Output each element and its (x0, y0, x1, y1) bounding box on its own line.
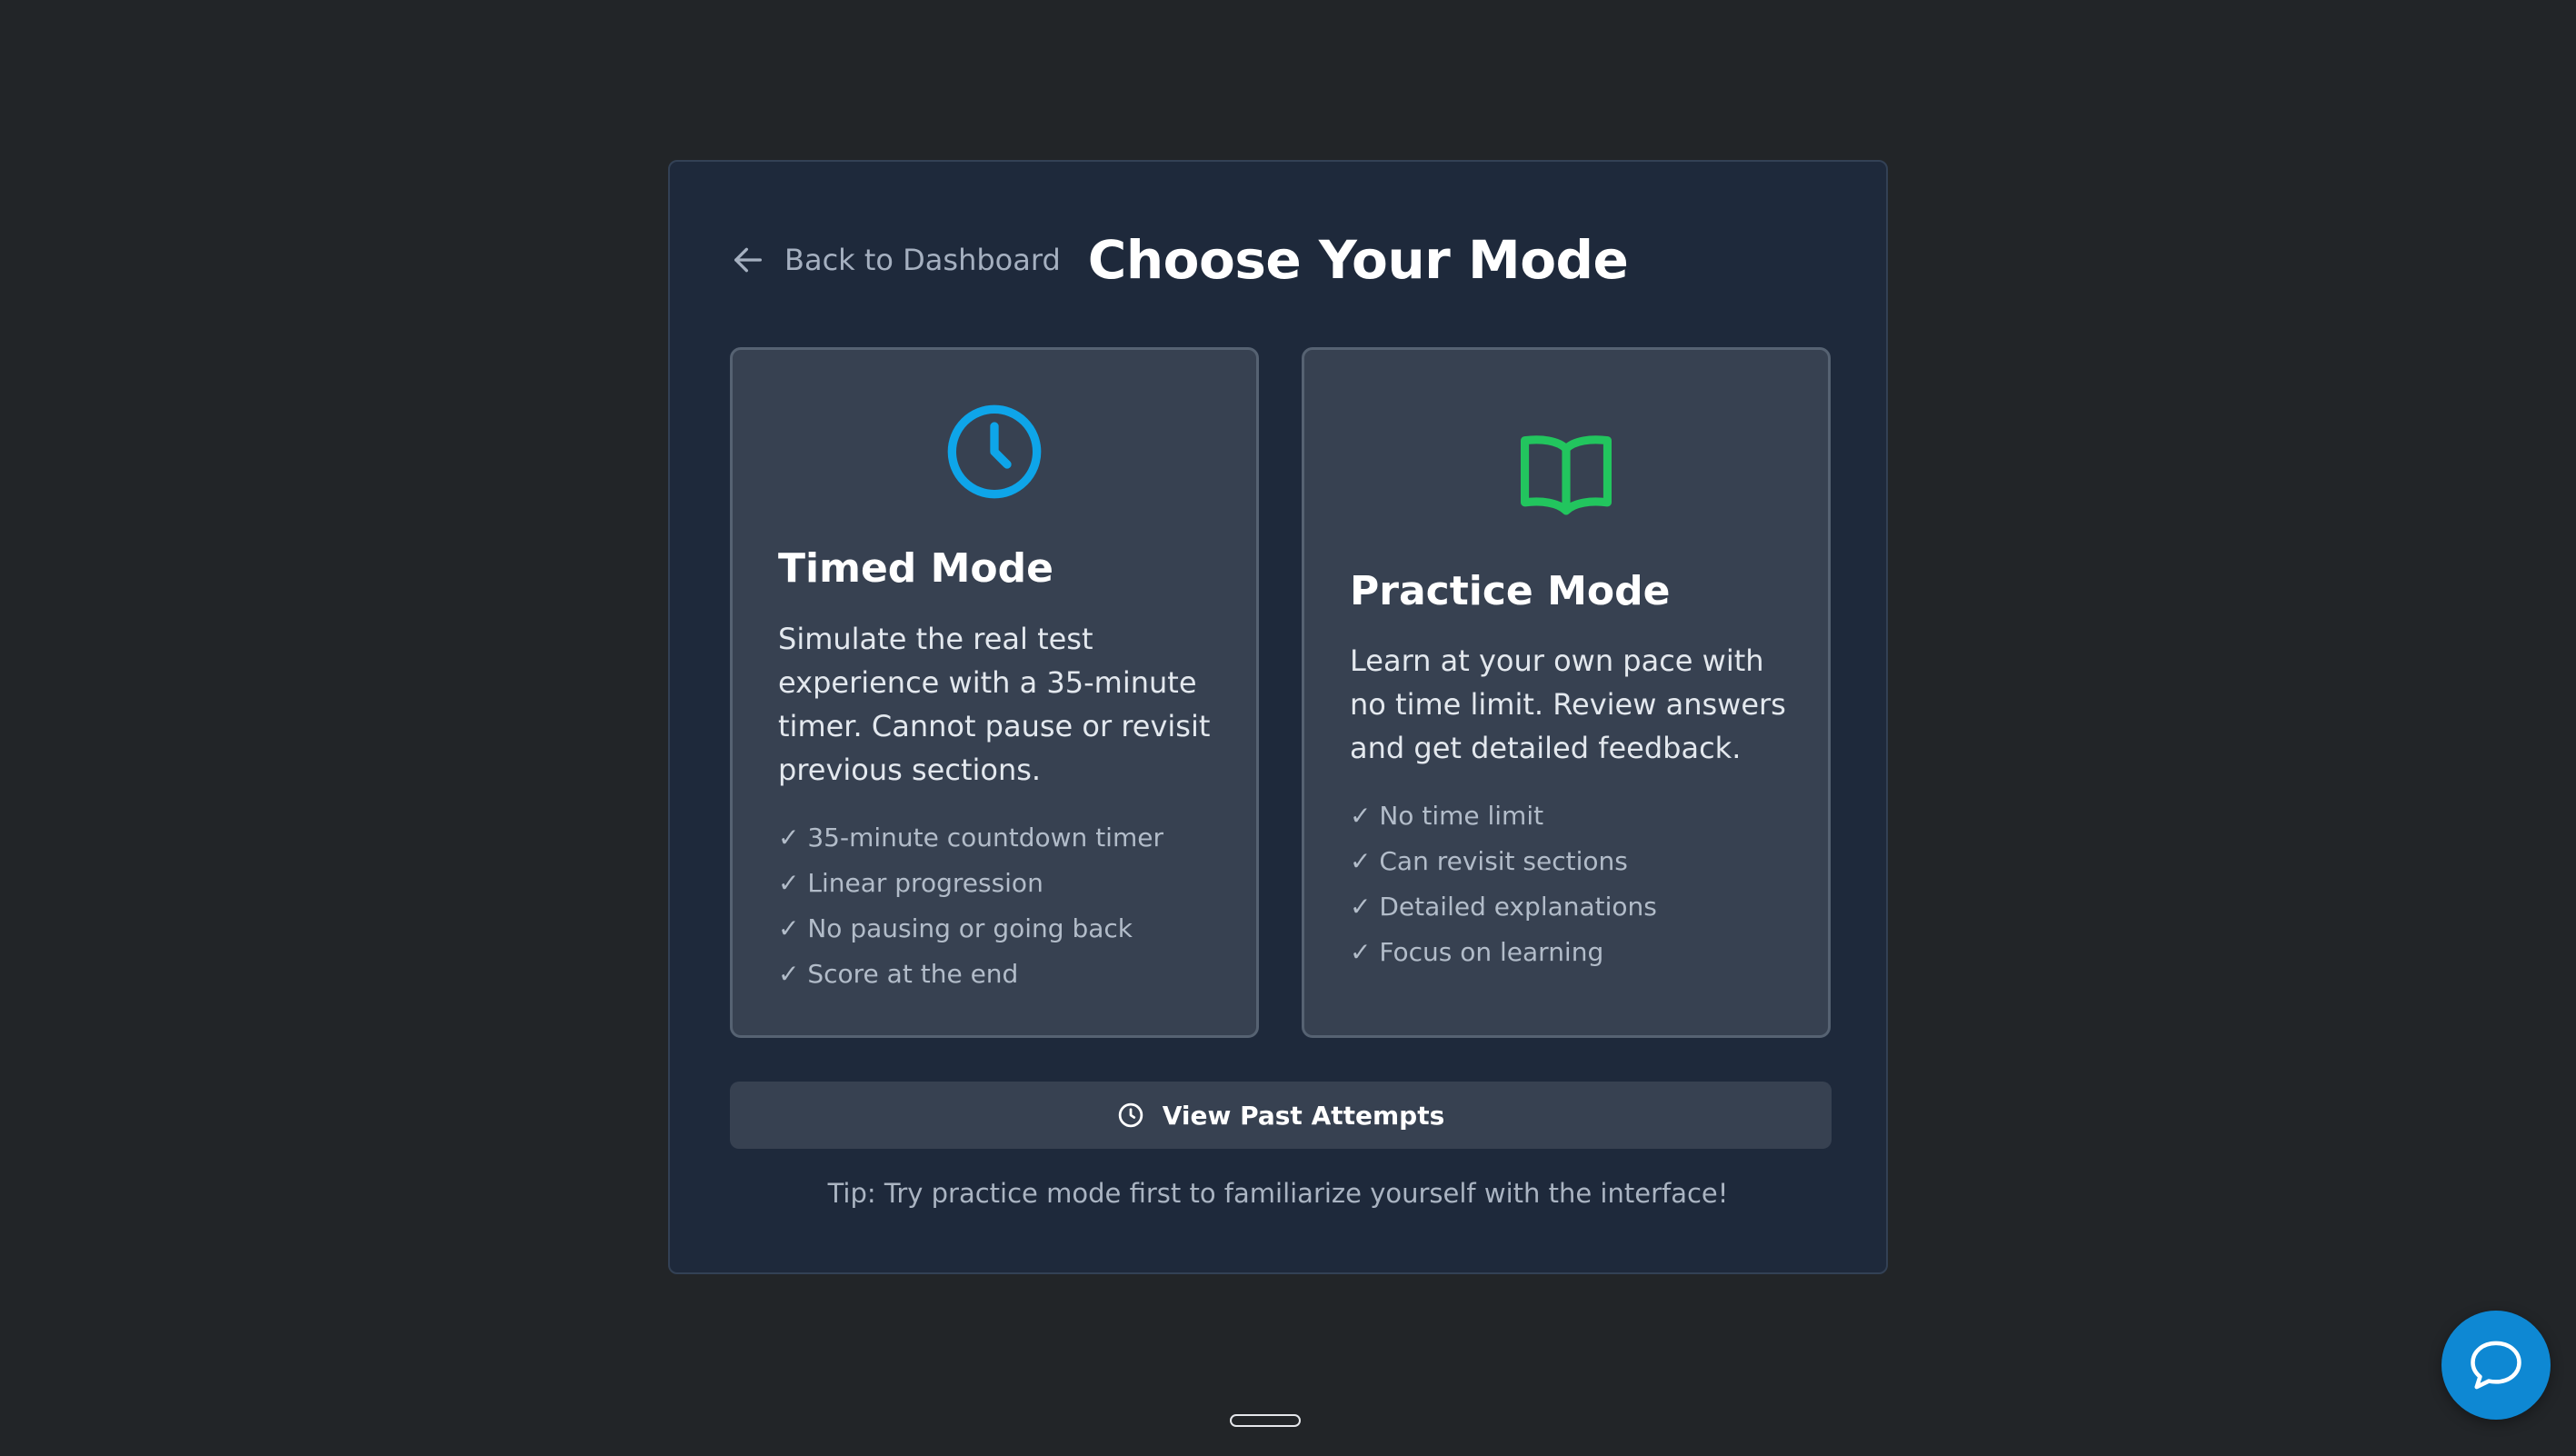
back-to-dashboard-link[interactable]: Back to Dashboard (730, 242, 1061, 278)
timed-mode-description: Simulate the real test experience with a… (778, 622, 1211, 787)
mode-selection-panel: Back to Dashboard Choose Your Mode Timed… (668, 160, 1888, 1274)
feature-item: ✓ No time limit (1350, 801, 1544, 831)
page-title: Choose Your Mode (1087, 229, 1629, 291)
bottom-drag-handle[interactable] (1230, 1414, 1301, 1427)
timed-mode-features: ✓ 35-minute countdown timer ✓ Linear pro… (778, 815, 1163, 997)
panel-header: Back to Dashboard Choose Your Mode (730, 225, 1629, 294)
feature-item: ✓ Focus on learning (1350, 937, 1604, 967)
back-link-label: Back to Dashboard (784, 243, 1061, 277)
feature-item: ✓ Can revisit sections (1350, 846, 1628, 876)
view-past-attempts-button[interactable]: View Past Attempts (730, 1082, 1832, 1149)
chat-bubble-icon (2471, 1341, 2521, 1390)
feature-item: ✓ Linear progression (778, 868, 1043, 898)
feature-item: ✓ Score at the end (778, 959, 1019, 989)
practice-mode-description: Learn at your own pace with no time limi… (1350, 643, 1786, 765)
history-clock-icon (1118, 1102, 1143, 1128)
chat-button[interactable] (2441, 1311, 2551, 1420)
clock-icon (947, 404, 1042, 499)
feature-item: ✓ Detailed explanations (1350, 892, 1657, 922)
timed-mode-card[interactable]: Timed Mode Simulate the real test experi… (730, 347, 1259, 1038)
book-open-icon (1521, 435, 1612, 515)
practice-mode-card[interactable]: Practice Mode Learn at your own pace wit… (1302, 347, 1831, 1038)
practice-mode-features: ✓ No time limit ✓ Can revisit sections ✓… (1350, 793, 1657, 975)
timed-mode-title: Timed Mode (778, 545, 1053, 592)
feature-item: ✓ No pausing or going back (778, 913, 1133, 943)
practice-mode-title: Practice Mode (1350, 568, 1671, 614)
tip-text: Tip: Try practice mode first to familiar… (827, 1178, 1729, 1209)
past-attempts-label: View Past Attempts (1162, 1100, 1445, 1131)
arrow-left-icon (734, 247, 762, 273)
feature-item: ✓ 35-minute countdown timer (778, 823, 1163, 853)
